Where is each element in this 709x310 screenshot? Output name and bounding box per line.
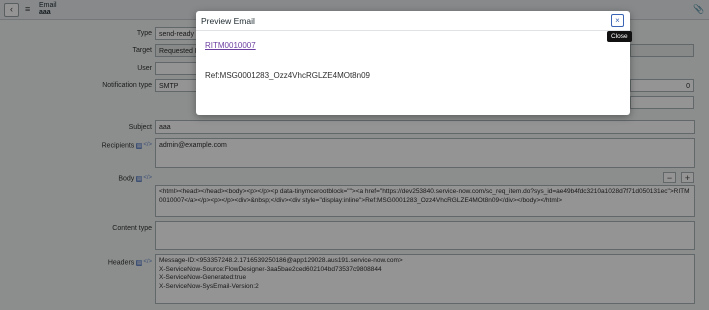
ritm-link[interactable]: RITM0010007 bbox=[205, 41, 256, 51]
close-tooltip: Close bbox=[607, 31, 632, 42]
dialog-header: Preview Email × bbox=[196, 11, 630, 31]
dialog-title: Preview Email bbox=[201, 16, 255, 26]
close-icon[interactable]: × bbox=[611, 14, 624, 27]
message-ref-text: Ref:MSG0001283_Ozz4VhcRGLZE4MOt8n09 bbox=[205, 71, 370, 80]
preview-email-dialog: Preview Email × RITM0010007 Ref:MSG00012… bbox=[196, 11, 630, 115]
